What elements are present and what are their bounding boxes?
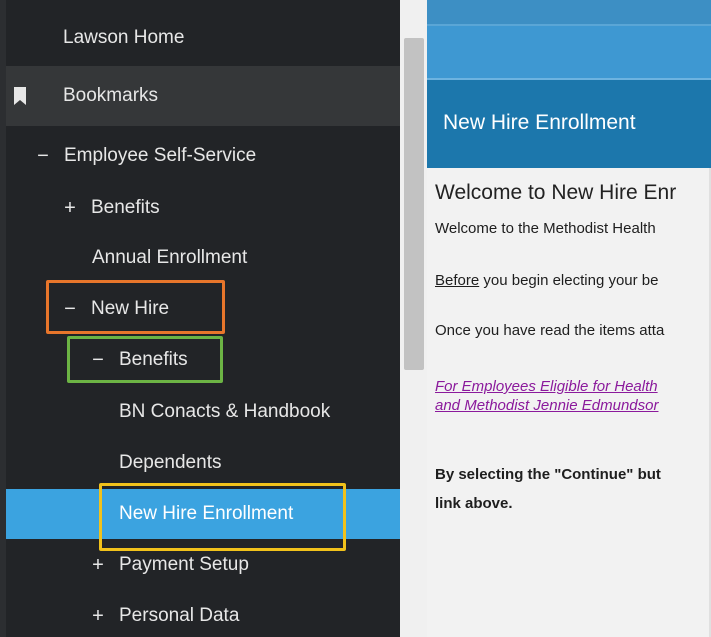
sidebar-item-label: New Hire	[91, 298, 170, 319]
sidebar-item-employee-self-service[interactable]: − Employee Self-Service	[6, 131, 400, 181]
sidebar-item-benefits[interactable]: + Benefits	[6, 183, 400, 233]
page-title: New Hire Enrollment	[443, 111, 636, 134]
eligibility-link-continued[interactable]: and Methodist Jennie Edmundsor	[435, 397, 658, 414]
before-rest: you begin electing your be	[479, 272, 659, 289]
header-toolbar	[427, 0, 711, 24]
content-pane: New Hire Enrollment Welcome to New Hire …	[427, 0, 711, 637]
sidebar-item-label: Bookmarks	[63, 85, 159, 106]
continue-instruction-continued: link above.	[435, 495, 513, 512]
sidebar-item-personal-data[interactable]: + Personal Data	[6, 591, 400, 637]
before-text: Before you begin electing your be	[435, 272, 659, 289]
collapse-icon[interactable]: −	[89, 349, 107, 372]
sidebar-item-new-hire[interactable]: − New Hire	[6, 284, 400, 334]
sidebar-item-label: Benefits	[91, 197, 160, 218]
sidebar-item-annual-enrollment[interactable]: Annual Enrollment	[6, 233, 400, 283]
sidebar-item-bookmarks[interactable]: Bookmarks	[6, 66, 400, 126]
expand-icon[interactable]: +	[61, 197, 79, 220]
welcome-text: Welcome to the Methodist Health	[435, 220, 656, 237]
collapse-icon[interactable]: −	[61, 298, 79, 321]
welcome-heading: Welcome to New Hire Enr	[435, 181, 677, 204]
navigation-sidebar: Lawson Home Bookmarks − Employee Self-Se…	[0, 0, 400, 637]
sidebar-item-label: New Hire Enrollment	[119, 503, 294, 524]
collapse-icon[interactable]: −	[34, 145, 52, 168]
sidebar-item-lawson-home[interactable]: Lawson Home	[6, 13, 400, 63]
sidebar-item-label: Personal Data	[119, 605, 240, 626]
expand-icon[interactable]: +	[89, 554, 107, 577]
continue-instruction: By selecting the "Continue" but	[435, 466, 661, 483]
sidebar-item-label: Dependents	[119, 452, 222, 473]
sidebar-item-dependents[interactable]: Dependents	[6, 438, 400, 488]
sidebar-item-new-hire-enrollment[interactable]: New Hire Enrollment	[6, 489, 400, 539]
header-nav-bar	[427, 26, 711, 78]
sidebar-item-label: Lawson Home	[63, 27, 185, 48]
bookmark-icon	[14, 87, 26, 105]
once-text: Once you have read the items atta	[435, 322, 665, 339]
sidebar-scrollbar-thumb[interactable]	[404, 38, 424, 370]
sidebar-item-payment-setup[interactable]: + Payment Setup	[6, 540, 400, 590]
before-word: Before	[435, 272, 480, 289]
sidebar-item-label: Employee Self-Service	[64, 145, 257, 166]
sidebar-item-bn-contacts-handbook[interactable]: BN Conacts & Handbook	[6, 387, 400, 437]
sidebar-item-label: Annual Enrollment	[92, 247, 248, 268]
header-divider	[427, 78, 711, 80]
expand-icon[interactable]: +	[89, 605, 107, 628]
eligibility-link[interactable]: For Employees Eligible for Health	[435, 378, 658, 395]
sidebar-item-label: Payment Setup	[119, 554, 249, 575]
sidebar-item-new-hire-benefits[interactable]: − Benefits	[6, 335, 400, 385]
sidebar-item-label: BN Conacts & Handbook	[119, 401, 331, 422]
sidebar-item-label: Benefits	[119, 349, 188, 370]
